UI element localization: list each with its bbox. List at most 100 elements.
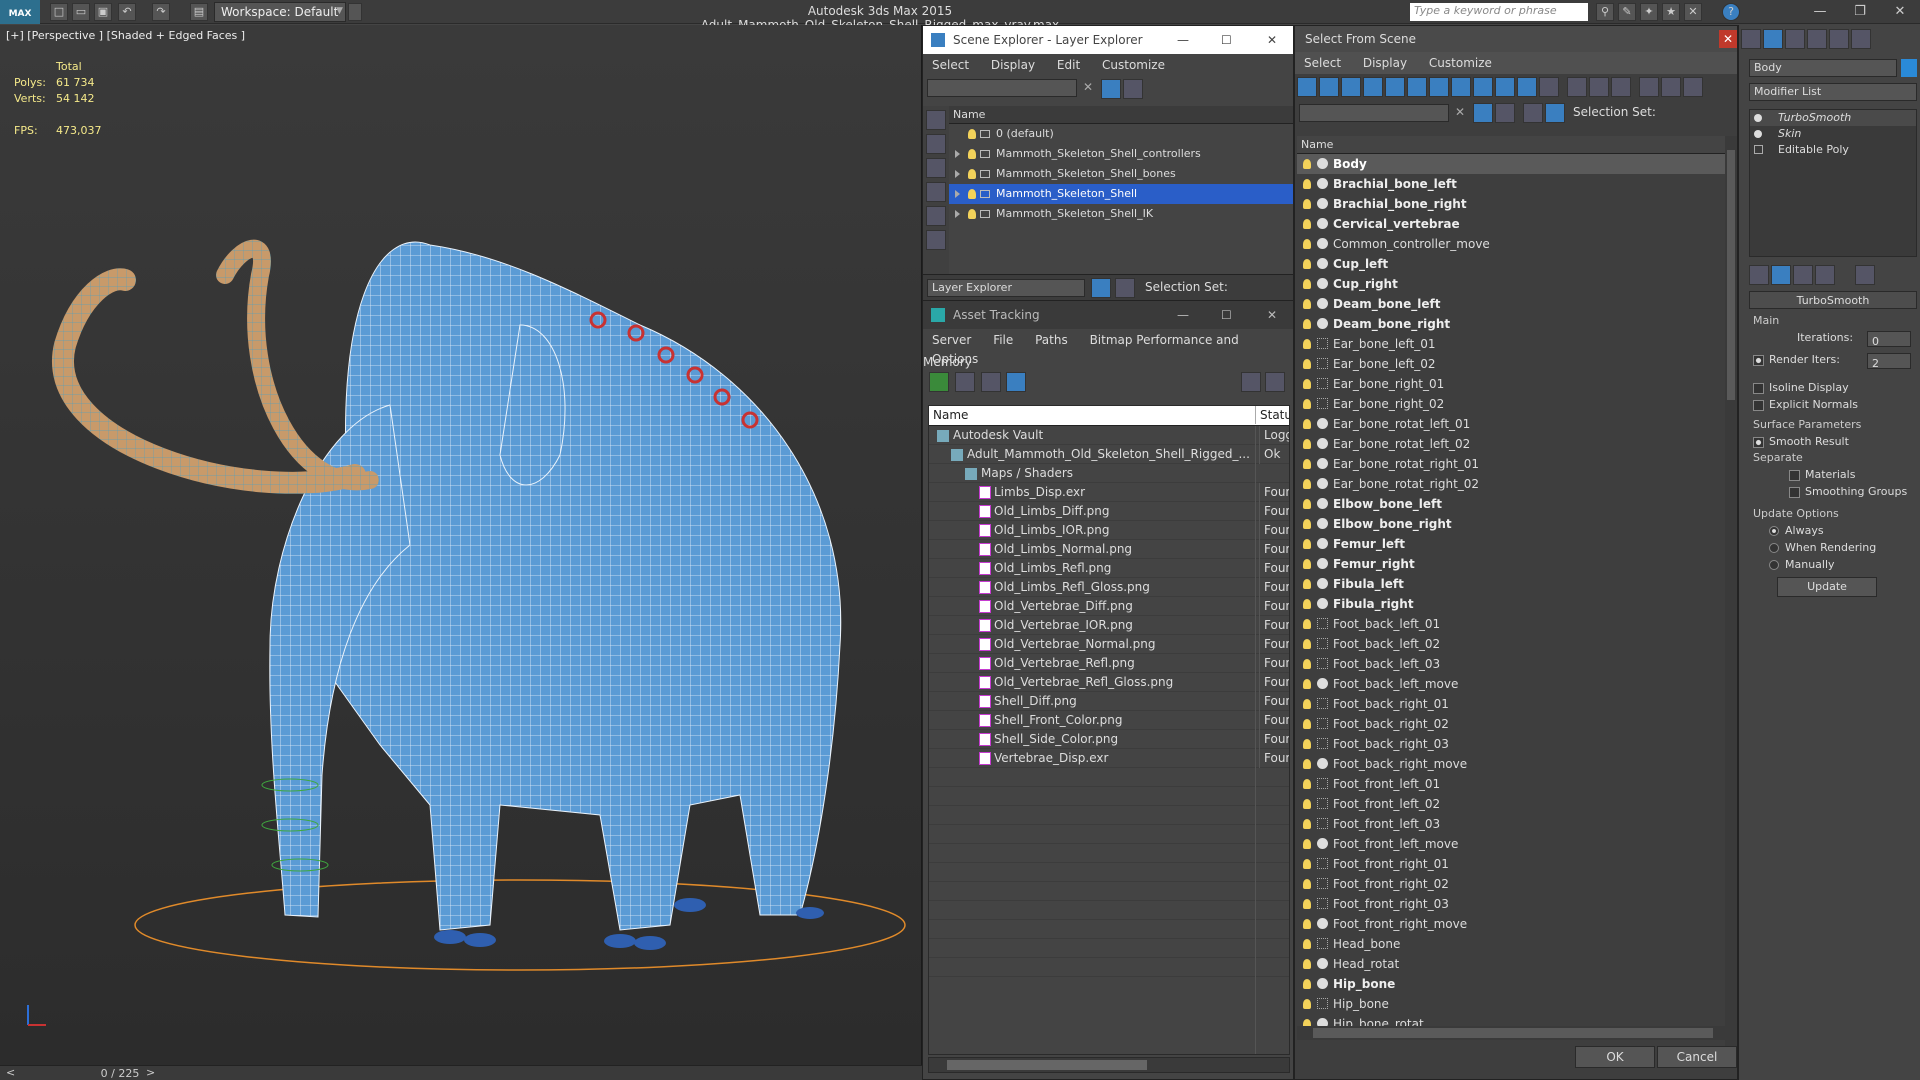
make-unique-icon[interactable] bbox=[1793, 265, 1813, 285]
filter-lights-icon[interactable] bbox=[1341, 77, 1361, 97]
visibility-bulb-icon[interactable] bbox=[1303, 999, 1311, 1009]
scroll-thumb[interactable] bbox=[1727, 150, 1735, 400]
visibility-bulb-icon[interactable] bbox=[1303, 539, 1311, 549]
visibility-bulb-icon[interactable] bbox=[1303, 599, 1311, 609]
close-icon[interactable]: ✕ bbox=[1719, 30, 1737, 48]
minimize-icon[interactable]: — bbox=[1177, 26, 1189, 54]
ok-button[interactable]: OK bbox=[1575, 1046, 1655, 1068]
asset-row[interactable]: Old_Limbs_Normal.png Found bbox=[929, 540, 1289, 559]
object-row[interactable]: Foot_front_left_02 bbox=[1297, 794, 1725, 814]
display-shapes-icon[interactable] bbox=[926, 182, 946, 202]
expand-arrow-icon[interactable] bbox=[955, 170, 960, 178]
object-row[interactable]: Foot_front_left_03 bbox=[1297, 814, 1725, 834]
menu-server[interactable]: Server bbox=[932, 333, 971, 347]
object-row[interactable]: Ear_bone_rotat_right_01 bbox=[1297, 454, 1725, 474]
filter-geometry-icon[interactable] bbox=[1297, 77, 1317, 97]
always-radio[interactable] bbox=[1769, 526, 1779, 536]
layer-row[interactable]: Mammoth_Skeleton_Shell bbox=[949, 184, 1293, 204]
object-row[interactable]: Foot_front_left_01 bbox=[1297, 774, 1725, 794]
visibility-bulb-icon[interactable] bbox=[1303, 339, 1311, 349]
visibility-bulb-icon[interactable] bbox=[1303, 359, 1311, 369]
modifier-skin[interactable]: Skin bbox=[1750, 126, 1916, 142]
asset-row[interactable]: Old_Limbs_Refl_Gloss.png Found bbox=[929, 578, 1289, 597]
asset-row[interactable]: Shell_Side_Color.png Found bbox=[929, 730, 1289, 749]
scroll-thumb[interactable] bbox=[1313, 1028, 1713, 1038]
visibility-bulb-icon[interactable] bbox=[968, 149, 976, 159]
render-iters-checkbox[interactable] bbox=[1753, 354, 1764, 366]
menu-select[interactable]: Select bbox=[932, 58, 969, 72]
smoothing-groups-checkbox[interactable] bbox=[1789, 486, 1800, 498]
select-invert-icon[interactable] bbox=[1611, 77, 1631, 97]
when-rendering-radio[interactable] bbox=[1769, 543, 1779, 553]
utilities-tab-icon[interactable] bbox=[1851, 29, 1871, 49]
help-icon[interactable]: ? bbox=[1722, 3, 1740, 21]
tools-icon[interactable]: ✎ bbox=[1618, 3, 1636, 21]
search-input[interactable]: Type a keyword or phrase bbox=[1410, 3, 1588, 21]
object-list-header[interactable]: Name bbox=[1297, 136, 1725, 154]
visibility-bulb-icon[interactable] bbox=[1303, 399, 1311, 409]
object-vscrollbar[interactable] bbox=[1725, 136, 1737, 1046]
object-row[interactable]: Cup_left bbox=[1297, 254, 1725, 274]
object-row[interactable]: Foot_back_right_02 bbox=[1297, 714, 1725, 734]
modifier-list-dropdown[interactable]: Modifier List bbox=[1749, 83, 1917, 101]
visibility-bulb-icon[interactable] bbox=[1303, 619, 1311, 629]
restore-icon[interactable]: ❐ bbox=[1840, 2, 1880, 22]
next-frame-icon[interactable]: > bbox=[146, 1066, 155, 1079]
menu-edit[interactable]: Edit bbox=[1057, 58, 1080, 72]
modify-tab-icon[interactable] bbox=[1763, 29, 1783, 49]
object-row[interactable]: Body bbox=[1297, 154, 1725, 174]
show-end-result-icon[interactable] bbox=[1771, 265, 1791, 285]
modifier-turbosmooth[interactable]: TurboSmooth bbox=[1750, 110, 1916, 126]
object-row[interactable]: Ear_bone_left_01 bbox=[1297, 334, 1725, 354]
visibility-bulb-icon[interactable] bbox=[1303, 239, 1311, 249]
visibility-bulb-icon[interactable] bbox=[1303, 739, 1311, 749]
visibility-bulb-icon[interactable] bbox=[1303, 919, 1311, 929]
object-row[interactable]: Brachial_bone_left bbox=[1297, 174, 1725, 194]
visibility-bulb-icon[interactable] bbox=[1303, 459, 1311, 469]
filter-shapes-icon[interactable] bbox=[1319, 77, 1339, 97]
asset-row[interactable]: Old_Limbs_IOR.png Found bbox=[929, 521, 1289, 540]
asset-row[interactable]: Adult_Mammoth_Old_Skeleton_Shell_Rigged_… bbox=[929, 445, 1289, 464]
turbosmooth-rollout[interactable]: TurboSmooth bbox=[1749, 291, 1917, 309]
object-row[interactable]: Ear_bone_right_02 bbox=[1297, 394, 1725, 414]
perspective-viewport[interactable]: [+] [Perspective ] [Shaded + Edged Faces… bbox=[0, 25, 922, 1065]
workspace-dropdown[interactable]: Workspace: Default bbox=[214, 2, 346, 22]
visibility-bulb-icon[interactable] bbox=[1303, 499, 1311, 509]
visibility-bulb-icon[interactable] bbox=[1303, 879, 1311, 889]
object-row[interactable]: Foot_back_left_02 bbox=[1297, 634, 1725, 654]
exchange-icon[interactable]: ✕ bbox=[1684, 3, 1702, 21]
display-cameras-icon[interactable] bbox=[926, 230, 946, 250]
object-row[interactable]: Cup_right bbox=[1297, 274, 1725, 294]
asset-row[interactable]: Shell_Diff.png Found bbox=[929, 692, 1289, 711]
refresh-icon[interactable] bbox=[929, 372, 949, 392]
save-icon[interactable]: ▣ bbox=[94, 3, 112, 21]
select-all-icon[interactable] bbox=[1567, 77, 1587, 97]
maximize-icon[interactable]: ☐ bbox=[1221, 301, 1232, 329]
visibility-bulb-icon[interactable] bbox=[968, 169, 976, 179]
settings-icon[interactable] bbox=[1265, 372, 1285, 392]
minimize-icon[interactable]: — bbox=[1800, 2, 1840, 22]
visibility-bulb-icon[interactable] bbox=[1303, 799, 1311, 809]
visibility-bulb-icon[interactable] bbox=[968, 189, 976, 199]
asset-row[interactable]: Old_Vertebrae_Refl.png Found bbox=[929, 654, 1289, 673]
select-scene-search-input[interactable] bbox=[1299, 104, 1449, 122]
expand-arrow-icon[interactable] bbox=[955, 190, 960, 198]
asset-row[interactable]: Old_Vertebrae_Refl_Gloss.png Found bbox=[929, 673, 1289, 692]
visibility-bulb-icon[interactable] bbox=[1303, 519, 1311, 529]
visibility-bulb-icon[interactable] bbox=[1303, 199, 1311, 209]
layers-icon[interactable] bbox=[1091, 278, 1111, 298]
menu-display[interactable]: Display bbox=[991, 58, 1035, 72]
filter-hidden-icon[interactable] bbox=[1539, 77, 1559, 97]
col-name[interactable]: Name bbox=[933, 408, 968, 422]
asset-hscrollbar[interactable] bbox=[928, 1057, 1290, 1073]
star-icon[interactable]: ★ bbox=[1662, 3, 1680, 21]
object-color-swatch[interactable] bbox=[1901, 59, 1917, 77]
object-row[interactable]: Foot_back_left_move bbox=[1297, 674, 1725, 694]
expand-arrow-icon[interactable] bbox=[955, 210, 960, 218]
filter-cameras-icon[interactable] bbox=[1363, 77, 1383, 97]
isoline-checkbox[interactable] bbox=[1753, 382, 1764, 394]
asset-row[interactable]: Shell_Front_Color.png Found bbox=[929, 711, 1289, 730]
help-icon[interactable] bbox=[1241, 372, 1261, 392]
visibility-bulb-icon[interactable] bbox=[968, 209, 976, 219]
select-scene-titlebar[interactable]: Select From Scene ✕ bbox=[1295, 26, 1737, 52]
